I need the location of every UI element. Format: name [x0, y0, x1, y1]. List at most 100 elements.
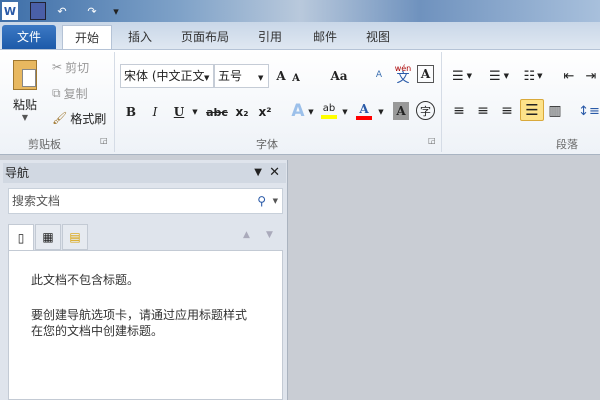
paste-icon	[13, 60, 37, 90]
chevron-down-icon[interactable]: ▼	[190, 102, 200, 122]
chevron-down-icon: ▼	[537, 72, 543, 80]
ribbon: 粘贴 ▼ ✂ 剪切 ⧉ 复制 🖌 格式刷 剪贴板 ◲ 宋体 (中文正文▼ 五号 ▼ A …	[0, 49, 600, 155]
tab-page-layout[interactable]: 页面布局	[172, 25, 238, 49]
previous-heading-button[interactable]: ▲	[243, 230, 250, 240]
superscript-button[interactable]: x²	[256, 102, 274, 122]
copy-label: 复制	[63, 86, 88, 101]
align-left-button[interactable]: ≡	[450, 101, 468, 121]
highlight-button[interactable]: ab	[320, 100, 338, 122]
phonetic-guide-button[interactable]: wén 文	[393, 62, 413, 86]
chevron-down-icon[interactable]: ▼	[273, 189, 278, 213]
clipboard-group-label: 剪贴板	[28, 138, 61, 151]
document-area	[289, 156, 600, 400]
chevron-down-icon: ▼	[503, 72, 510, 80]
numbering-button[interactable]: ☰ ▼	[484, 66, 514, 86]
character-shading-button[interactable]: A	[393, 102, 409, 120]
ribbon-tabs: 文件 开始 插入 页面布局 引用 邮件 视图	[0, 22, 600, 49]
close-icon[interactable]: ✕	[269, 163, 280, 183]
cut-label: 剪切	[65, 60, 90, 75]
chevron-down-icon[interactable]: ▼	[306, 102, 316, 122]
chevron-down-icon: ▼	[204, 74, 210, 82]
document-icon: ▯	[17, 231, 25, 245]
search-placeholder: 搜索文档	[12, 194, 61, 208]
paste-button[interactable]: 粘贴 ▼	[8, 54, 42, 128]
bold-button[interactable]: B	[124, 102, 138, 122]
search-icon[interactable]: ⚲	[257, 189, 266, 213]
no-headings-message: 此文档不包含标题。	[31, 273, 140, 287]
character-border-button[interactable]: A	[417, 65, 434, 83]
align-right-button[interactable]: ≡	[498, 101, 516, 121]
separator	[114, 52, 115, 152]
font-group-label: 字体	[256, 138, 278, 151]
redo-icon[interactable]: ↷	[84, 2, 100, 20]
tab-browse-results[interactable]: ▤	[62, 224, 88, 250]
tab-insert[interactable]: 插入	[120, 25, 160, 49]
highlight-icon: ab	[322, 103, 336, 114]
bullet-list-icon: ☰	[451, 68, 464, 84]
tab-home[interactable]: 开始	[62, 25, 112, 49]
scissors-icon: ✂	[52, 60, 63, 74]
format-painter-button[interactable]: 🖌 格式刷	[52, 109, 106, 127]
separator	[441, 52, 442, 152]
enclose-characters-button[interactable]: 字	[416, 101, 435, 120]
undo-icon[interactable]: ↶	[54, 2, 70, 20]
bullets-button[interactable]: ☰ ▼	[450, 66, 474, 86]
font-color-bar	[356, 116, 372, 120]
instructions-line-1: 要创建导航选项卡，请通过应用标题样式	[31, 308, 248, 322]
justify-button[interactable]: ☰	[520, 99, 544, 121]
search-document-input[interactable]: 搜索文档 ⚲ ▼	[8, 188, 283, 214]
clear-formatting-button[interactable]: A	[368, 65, 390, 85]
eraser-icon: A	[375, 70, 383, 80]
shrink-font-button[interactable]: A	[289, 68, 303, 88]
font-size-select[interactable]: 五号 ▼	[214, 64, 269, 88]
dialog-launcher-icon[interactable]: ◲	[100, 136, 108, 145]
chevron-down-icon[interactable]: ▼	[340, 102, 350, 122]
distributed-button[interactable]: ▥	[546, 101, 564, 121]
tab-references[interactable]: 引用	[250, 25, 290, 49]
pane-options-icon[interactable]: ▼	[254, 163, 262, 183]
word-icon: W	[2, 2, 18, 20]
font-color-button[interactable]: A	[355, 100, 373, 122]
chevron-down-icon[interactable]: ▼	[376, 102, 386, 122]
tab-mailings[interactable]: 邮件	[305, 25, 345, 49]
instructions-line-2: 在您的文档中创建标题。	[31, 324, 164, 338]
multilevel-list-button[interactable]: ☷ ▼	[520, 66, 546, 86]
paragraph-group-label: 段落	[556, 138, 578, 151]
font-size-value: 五号	[218, 69, 243, 83]
font-color-icon: A	[359, 102, 369, 116]
title-bar: W ↶ ↷ ▾	[0, 0, 600, 22]
highlight-color-bar	[321, 115, 337, 119]
subscript-button[interactable]: x₂	[233, 102, 251, 122]
strikethrough-button[interactable]: abc	[206, 102, 228, 122]
change-case-button[interactable]: Aa	[326, 66, 352, 86]
chevron-down-icon: ▼	[258, 74, 264, 82]
next-heading-button[interactable]: ▼	[266, 230, 273, 240]
tab-browse-headings[interactable]: ▯	[8, 224, 34, 251]
decrease-indent-button[interactable]: ⇤	[560, 66, 578, 86]
increase-indent-button[interactable]: ⇥	[582, 66, 600, 86]
multilevel-list-icon: ☷	[523, 68, 536, 84]
dialog-launcher-icon[interactable]: ◲	[428, 136, 436, 145]
text-effects-button[interactable]: A	[290, 100, 306, 122]
format-painter-label: 格式刷	[70, 111, 107, 126]
font-name-select[interactable]: 宋体 (中文正文▼	[120, 64, 214, 88]
navigation-pane-header: 导航 ▼ ✕	[3, 163, 286, 183]
brush-icon: 🖌	[52, 111, 68, 125]
tab-view[interactable]: 视图	[358, 25, 398, 49]
tab-file[interactable]: 文件	[2, 25, 56, 49]
align-center-button[interactable]: ≡	[474, 101, 492, 121]
tab-browse-pages[interactable]: ▦	[35, 224, 61, 250]
chevron-down-icon: ▼	[21, 113, 29, 122]
underline-button[interactable]: U	[172, 102, 186, 122]
grow-font-button[interactable]: A	[273, 66, 289, 86]
navigation-title: 导航	[5, 166, 30, 180]
cut-button[interactable]: ✂ 剪切	[52, 58, 89, 76]
paste-label: 粘贴	[12, 98, 37, 112]
line-spacing-button[interactable]: ↕≡	[578, 101, 600, 121]
results-icon: ▤	[69, 230, 81, 244]
copy-button[interactable]: ⧉ 复制	[52, 84, 88, 102]
italic-button[interactable]: I	[148, 102, 162, 122]
navigation-pane: 导航 ▼ ✕ 搜索文档 ⚲ ▼ ▯ ▦ ▤ ▲ ▼ 此文档不包含标题。 要创建导…	[0, 160, 288, 400]
customize-qat-icon[interactable]: ▾	[108, 2, 124, 20]
save-icon[interactable]	[30, 2, 46, 20]
